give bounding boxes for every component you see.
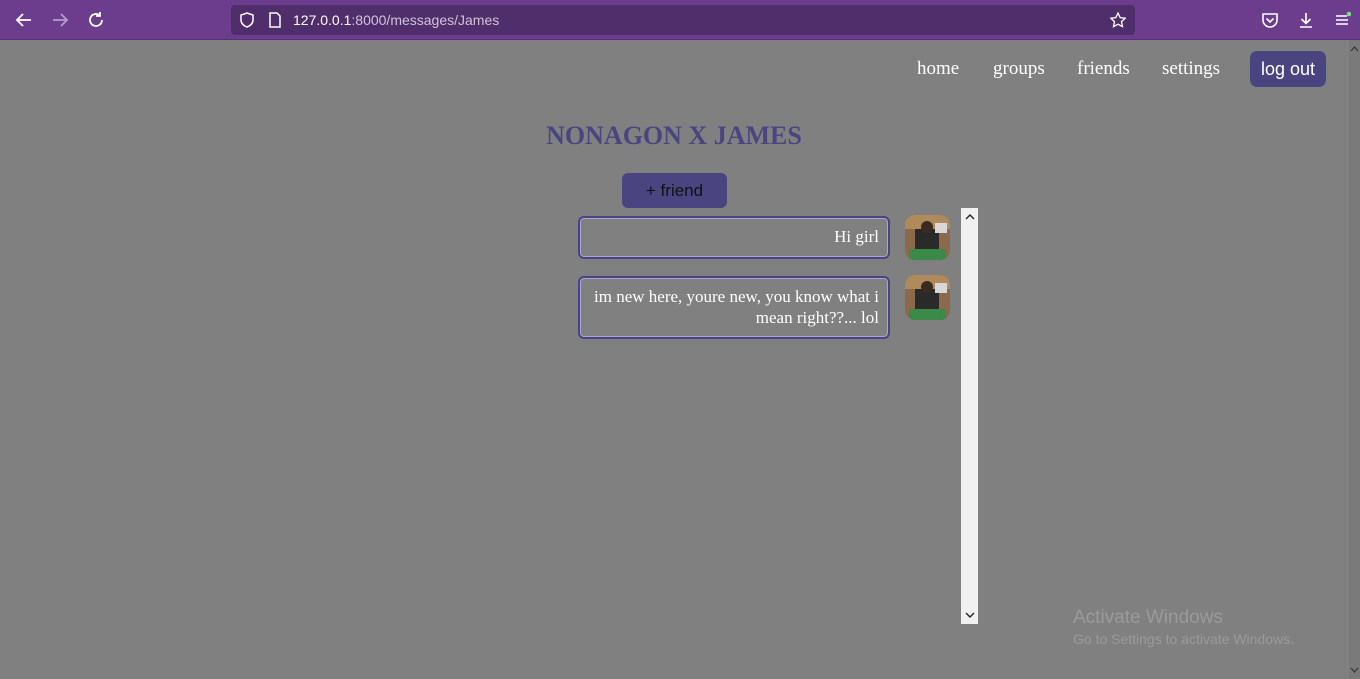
address-bar[interactable]: 127.0.0.1:8000/messages/James — [231, 5, 1135, 35]
bookmark-star-icon[interactable] — [1109, 11, 1127, 28]
logout-button[interactable]: log out — [1250, 51, 1326, 87]
avatar — [905, 275, 950, 320]
activate-windows-subtitle: Go to Settings to activate Windows. — [1073, 631, 1294, 647]
avatar — [905, 215, 950, 260]
pocket-icon[interactable] — [1258, 8, 1282, 32]
chat-scrollbar[interactable] — [961, 208, 978, 624]
url-path: :8000/messages/James — [351, 12, 500, 28]
scroll-down-icon — [1350, 667, 1359, 673]
nav-settings[interactable]: settings — [1162, 58, 1220, 80]
download-icon[interactable] — [1294, 8, 1318, 32]
menu-icon[interactable] — [1330, 8, 1354, 32]
add-friend-button[interactable]: + friend — [622, 173, 727, 208]
nav-friends[interactable]: friends — [1077, 58, 1130, 80]
message-bubble: im new here, youre new, you know what i … — [578, 276, 890, 339]
browser-toolbar: 127.0.0.1:8000/messages/James — [0, 0, 1360, 40]
back-arrow-icon[interactable] — [12, 8, 36, 32]
scroll-up-icon — [1350, 46, 1359, 52]
page-icon — [267, 12, 283, 28]
nav-groups[interactable]: groups — [993, 58, 1045, 80]
activate-windows-title: Activate Windows — [1073, 607, 1223, 628]
nav-home[interactable]: home — [917, 58, 959, 80]
forward-arrow-icon[interactable] — [48, 8, 72, 32]
page-title: NONAGON X JAMES — [546, 121, 802, 150]
url-text[interactable]: 127.0.0.1:8000/messages/James — [293, 12, 499, 28]
shield-icon[interactable] — [239, 12, 255, 28]
message-bubble: Hi girl — [578, 216, 890, 259]
chevron-up-icon[interactable] — [961, 210, 978, 224]
reload-icon[interactable] — [84, 8, 108, 32]
page-scrollbar[interactable] — [1349, 40, 1360, 679]
url-host: 127.0.0.1 — [293, 12, 352, 28]
chevron-down-icon[interactable] — [961, 608, 978, 622]
